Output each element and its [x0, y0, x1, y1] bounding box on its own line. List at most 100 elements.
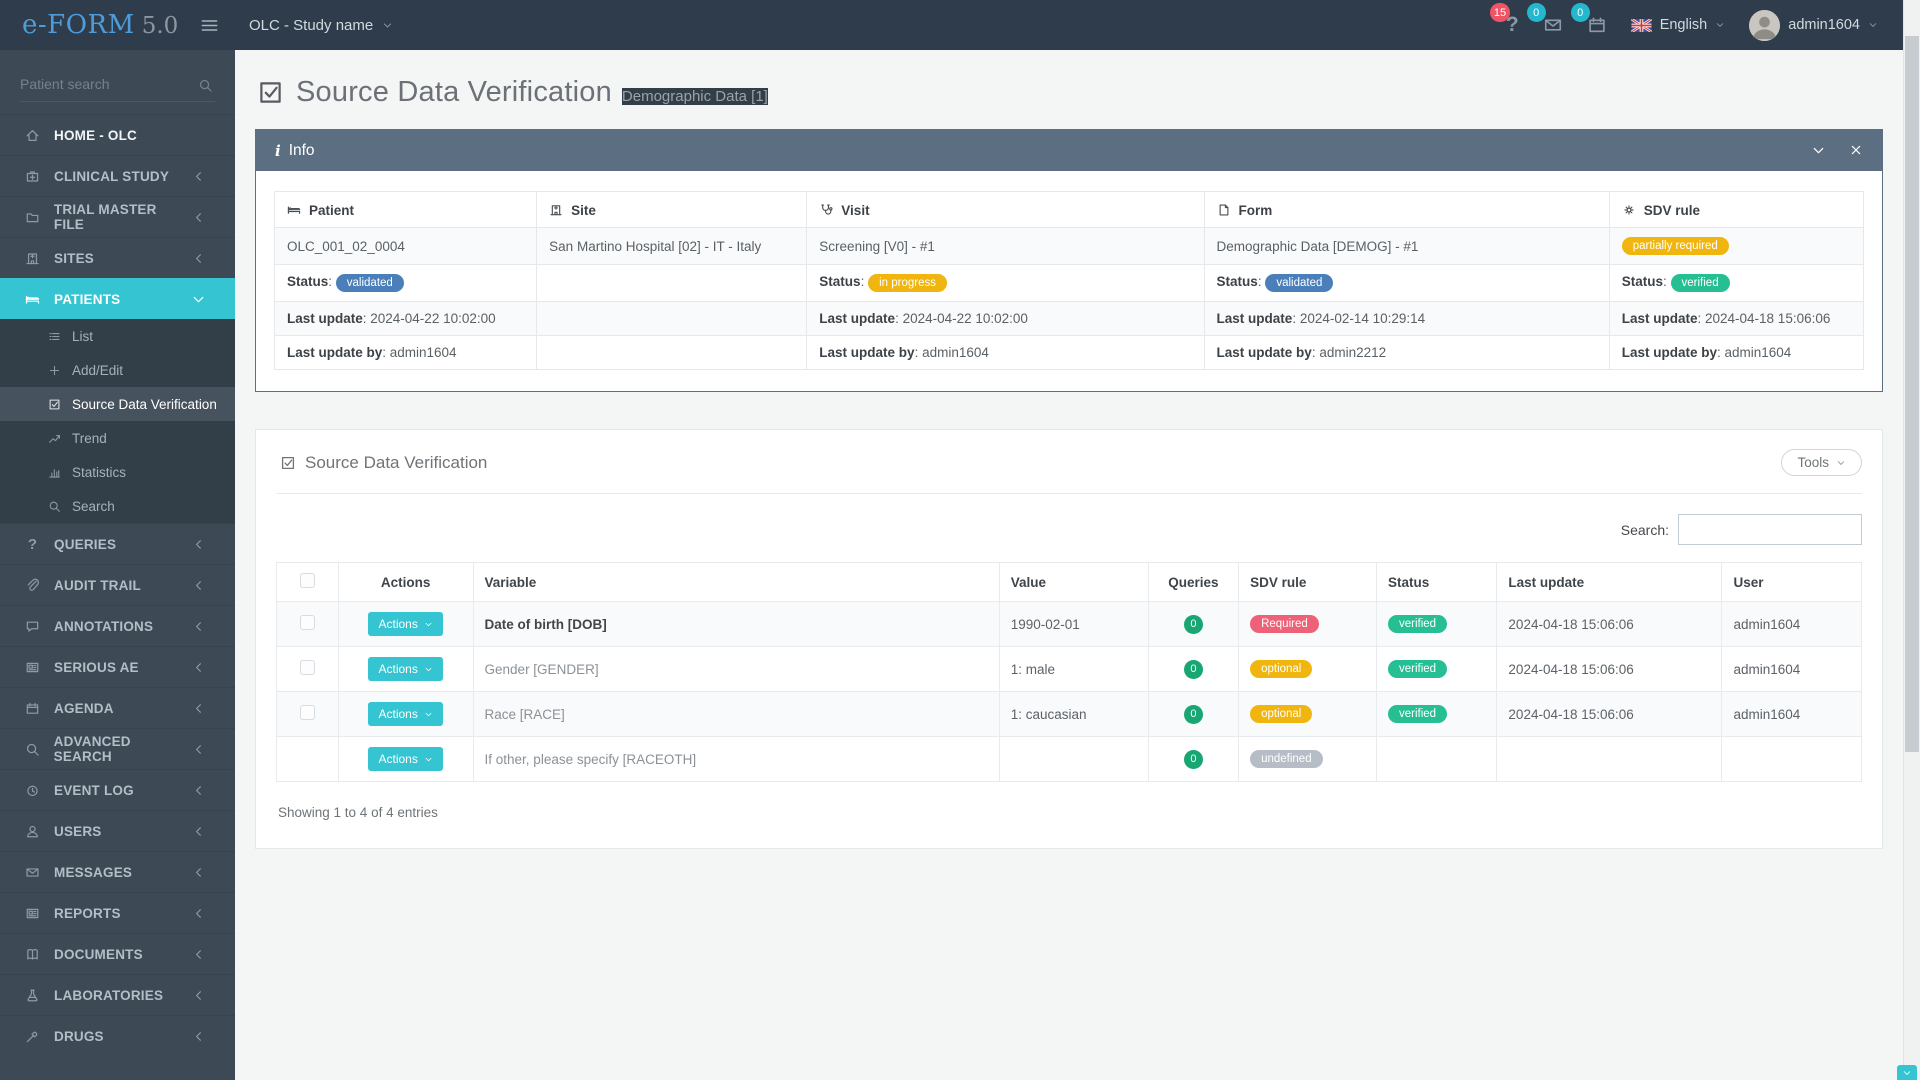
info-col-header-visit: Visit [807, 192, 1204, 228]
topbar: e-FORM5.0 OLC - Study name ? 15 0 0 Engl… [0, 0, 1920, 50]
table-search-input[interactable] [1678, 514, 1862, 545]
sidebar-item-trial-master-file[interactable]: TRIAL MASTER FILE [0, 196, 235, 237]
info-col-header-patient: Patient [275, 192, 537, 228]
cogs-icon [1622, 203, 1636, 217]
check-square-icon [280, 455, 296, 471]
info-value-cell: partially required [1609, 228, 1863, 265]
sidebar-item-label: REPORTS [54, 906, 121, 921]
sidebar-item-reports[interactable]: REPORTS [0, 892, 235, 933]
sdv-table: ActionsVariableValueQueriesSDV ruleStatu… [276, 562, 1862, 782]
variable-cell: Race [RACE] [473, 692, 999, 737]
patient-search-input[interactable] [20, 70, 215, 102]
actions-button[interactable]: Actions [368, 702, 442, 726]
table-row: ActionsRace [RACE]1: caucasian0optionalv… [277, 692, 1862, 737]
close-panel-icon[interactable] [1849, 143, 1863, 158]
sidebar-subitem-search[interactable]: Search [0, 489, 235, 523]
scroll-corner-button[interactable] [1897, 1065, 1917, 1080]
sdv-col-header-status: Status [1376, 563, 1496, 602]
chevron-down-icon [1868, 20, 1878, 30]
sidebar-item-event-log[interactable]: EVENT LOG [0, 769, 235, 810]
user-cell [1722, 737, 1862, 782]
sdv-rule-badge: optional [1250, 660, 1312, 678]
status-cell [1376, 737, 1496, 782]
hamburger-menu-icon[interactable] [200, 16, 219, 35]
actions-button[interactable]: Actions [368, 612, 442, 636]
messages-count-badge: 0 [1527, 3, 1546, 22]
queries-cell: 0 [1148, 647, 1238, 692]
status-badge: verified [1388, 705, 1447, 723]
sidebar-item-home-olc[interactable]: HOME - OLC [0, 114, 235, 155]
chevron-down-icon [424, 620, 433, 629]
sidebar-item-patients[interactable]: PATIENTS [0, 278, 235, 319]
collapse-panel-icon[interactable] [1811, 143, 1826, 158]
sidebar-item-users[interactable]: USERS [0, 810, 235, 851]
actions-button[interactable]: Actions [368, 657, 442, 681]
language-selector[interactable]: English [1631, 17, 1726, 33]
chevron-left-icon [190, 906, 220, 921]
paperclip-icon [24, 578, 41, 593]
home-icon [24, 128, 41, 143]
table-search: Search: [276, 514, 1862, 545]
sidebar-item-label: QUERIES [54, 537, 116, 552]
actions-button[interactable]: Actions [368, 747, 442, 771]
row-checkbox[interactable] [300, 705, 315, 720]
actions-button-label: Actions [378, 662, 417, 676]
sdv-rule-badge: optional [1250, 705, 1312, 723]
sidebar-item-drugs[interactable]: DRUGS [0, 1015, 235, 1056]
sidebar-item-sites[interactable]: SITES [0, 237, 235, 278]
sdv-rule-badge: undefined [1250, 750, 1323, 768]
vertical-scrollbar[interactable] [1903, 0, 1920, 1080]
chevron-left-icon [190, 988, 220, 1003]
variable-label: If other, please specify [RACEOTH] [485, 752, 697, 767]
sidebar-item-agenda[interactable]: AGENDA [0, 687, 235, 728]
select-all-checkbox[interactable] [300, 573, 315, 588]
info-last-update-by-cell: Last update by: admin1604 [1609, 336, 1863, 370]
sidebar-item-laboratories[interactable]: LABORATORIES [0, 974, 235, 1015]
scrollbar-thumb[interactable] [1905, 36, 1919, 752]
sidebar-subitem-statistics[interactable]: Statistics [0, 455, 235, 489]
last-update-cell: 2024-04-18 15:06:06 [1497, 602, 1722, 647]
help-button[interactable]: ? 15 [1506, 15, 1519, 35]
sidebar-item-queries[interactable]: ?QUERIES [0, 523, 235, 564]
sidebar-item-advanced-search[interactable]: ADVANCED SEARCH [0, 728, 235, 769]
info-status-cell: Status: validated [1204, 265, 1609, 302]
table-row: ActionsGender [GENDER]1: male0optionalve… [277, 647, 1862, 692]
tools-button[interactable]: Tools [1781, 449, 1862, 476]
row-checkbox[interactable] [300, 660, 315, 675]
uk-flag-icon [1631, 19, 1652, 32]
page-title: Source Data Verification Demographic Dat… [257, 76, 1883, 109]
row-checkbox[interactable] [300, 615, 315, 630]
user-menu[interactable]: admin1604 [1749, 10, 1878, 41]
row-select-cell [277, 647, 339, 692]
check-square-icon [257, 79, 284, 106]
status-badge: validated [1265, 274, 1333, 292]
sdv-col-header-variable: Variable [473, 563, 999, 602]
sidebar-subitem-add-edit[interactable]: Add/Edit [0, 353, 235, 387]
status-badge: verified [1388, 660, 1447, 678]
user-icon [24, 824, 41, 839]
value-cell [999, 737, 1148, 782]
brand-version: 5.0 [142, 13, 179, 39]
info-value-cell: Demographic Data [DEMOG] - #1 [1204, 228, 1609, 265]
sdv-col-header-value: Value [999, 563, 1148, 602]
sidebar-subitem-source-data-verification[interactable]: Source Data Verification [0, 387, 235, 421]
sidebar-item-audit-trail[interactable]: AUDIT TRAIL [0, 564, 235, 605]
sidebar-item-label: SITES [54, 251, 94, 266]
actions-cell: Actions [338, 602, 473, 647]
sidebar-subitem-trend[interactable]: Trend [0, 421, 235, 455]
messages-button[interactable]: 0 [1543, 15, 1563, 35]
sidebar-item-clinical-study[interactable]: CLINICAL STUDY [0, 155, 235, 196]
sidebar-item-messages[interactable]: MESSAGES [0, 851, 235, 892]
sidebar-item-serious-ae[interactable]: SERIOUS AE [0, 646, 235, 687]
sidebar-item-annotations[interactable]: ANNOTATIONS [0, 605, 235, 646]
clinical-icon [24, 169, 41, 184]
actions-button-label: Actions [378, 707, 417, 721]
study-selector[interactable]: OLC - Study name [249, 17, 393, 34]
sidebar-subitem-list[interactable]: List [0, 319, 235, 353]
queries-count-badge: 0 [1184, 660, 1203, 679]
sdv-col-header-sdv-rule: SDV rule [1239, 563, 1377, 602]
sidebar-item-documents[interactable]: DOCUMENTS [0, 933, 235, 974]
stethoscope-icon [819, 203, 833, 217]
user-cell: admin1604 [1722, 692, 1862, 737]
agenda-button[interactable]: 0 [1587, 15, 1607, 35]
